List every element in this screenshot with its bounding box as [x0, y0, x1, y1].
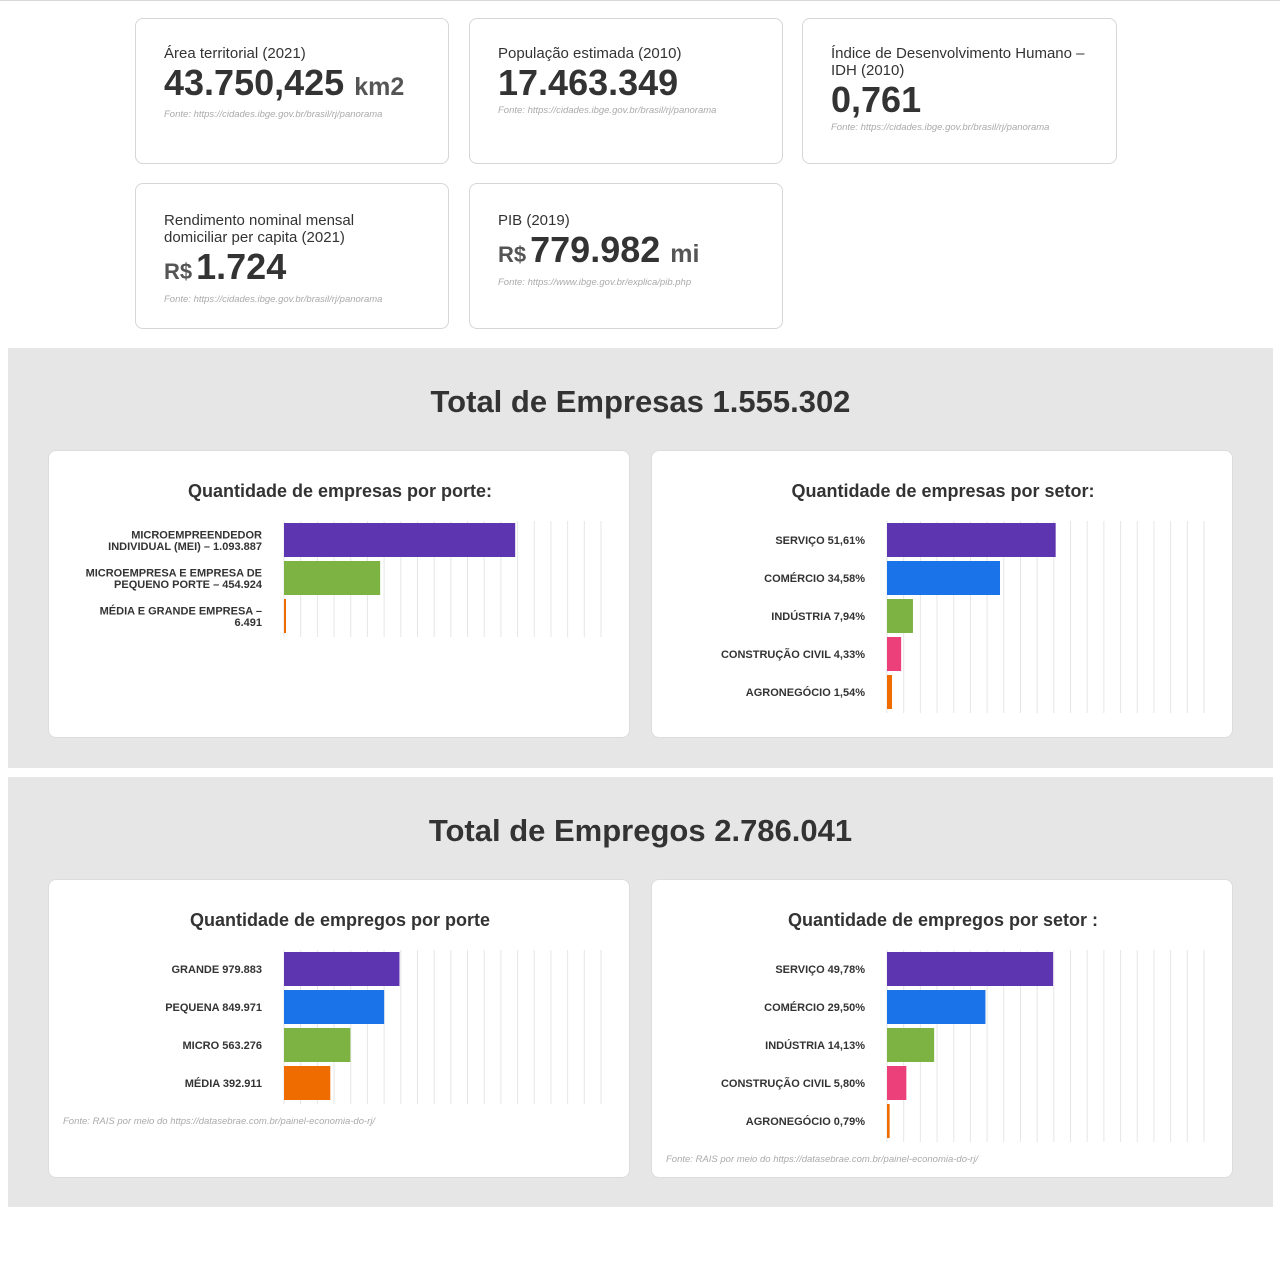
stat-label: Índice de Desenvolvimento Humano – IDH (…: [831, 45, 1085, 79]
bar: [284, 1066, 331, 1100]
chart-empresas-porte: MICROEMPREENDEDORINDIVIDUAL (MEI) – 1.09…: [86, 521, 602, 637]
bar-label: PEQUENA 849.971: [165, 1002, 262, 1014]
chart-empresas-setor: SERVIÇO 51,61% COMÉRCIO 34,58% INDÚSTRIA 7…: [721, 521, 1205, 713]
empregos-section: Total de Empregos 2.786.041 Quantidade d…: [8, 777, 1273, 1207]
bar-label: GRANDE 979.883: [172, 964, 263, 976]
bar: [284, 561, 381, 595]
stat-label: PIB (2019): [498, 212, 570, 229]
stat-value: R$ 1.724: [164, 247, 420, 292]
stat-number: 0,761: [831, 79, 922, 120]
stat-source: Fonte: https://cidades.ibge.gov.br/brasi…: [498, 105, 717, 116]
stat-value: 43.750,425 km2: [164, 63, 420, 107]
bar: [284, 952, 400, 986]
bar-label: CONSTRUÇÃO CIVIL 4,33%: [721, 648, 865, 661]
bar: [887, 637, 902, 671]
section-title: Total de Empresas 1.555.302: [430, 384, 851, 419]
bar-label: PEQUENO PORTE – 454.924: [114, 579, 263, 591]
stat-number: 17.463.349: [498, 62, 679, 103]
stat-card-area: Área territorial (2021) 43.750,425 km2 F…: [135, 18, 449, 164]
bar-label: AGRONEGÓCIO 1,54%: [746, 686, 865, 699]
bar: [284, 599, 286, 633]
section-title: Total de Empregos 2.786.041: [428, 813, 853, 848]
bar: [887, 990, 986, 1024]
bar: [887, 952, 1054, 986]
bar-label: INDIVIDUAL (MEI) – 1.093.887: [108, 541, 262, 553]
stat-number: 1.724: [196, 246, 287, 287]
stat-card-population: População estimada (2010) 17.463.349 Fon…: [469, 18, 783, 164]
stat-value: 17.463.349: [498, 63, 754, 103]
bar-label: SERVIÇO 51,61%: [775, 535, 865, 547]
chart-empregos-setor: SERVIÇO 49,78% COMÉRCIO 29,50% INDÚSTRIA 1…: [721, 950, 1205, 1142]
bar: [887, 599, 913, 633]
stat-number: 779.982: [530, 229, 661, 270]
bar: [887, 675, 893, 709]
stat-unit: km2: [354, 73, 405, 101]
bar: [284, 523, 516, 557]
bar-label: MICRO 563.276: [183, 1040, 262, 1052]
bar-label: MICROEMPRESA E EMPRESA DE: [86, 567, 262, 579]
chart-empregos-porte: GRANDE 979.883 PEQUENA 849.971 MICRO 563.2…: [165, 950, 602, 1104]
chart-source: Fonte: RAIS por meio do https://datasebr…: [666, 1154, 979, 1165]
stat-card-pib: PIB (2019) R$ 779.982 mi Fonte: https://w…: [469, 183, 783, 329]
stat-number: 43.750,425: [164, 62, 345, 103]
chart-card-empresas-porte: Quantidade de empresas por porte: MICROE…: [48, 450, 630, 738]
bar-label: INDÚSTRIA 7,94%: [771, 610, 865, 623]
bar: [887, 561, 1001, 595]
stat-value: R$ 779.982 mi: [498, 230, 754, 275]
stat-unit: mi: [670, 240, 700, 268]
bar: [887, 523, 1056, 557]
stat-card-idh: Índice de Desenvolvimento Humano – IDH (…: [802, 18, 1117, 164]
stat-prefix: R$: [498, 242, 527, 267]
chart-card-empregos-setor: Quantidade de empregos por setor : SERVI…: [651, 879, 1233, 1178]
stat-source: Fonte: https://cidades.ibge.gov.br/brasi…: [164, 109, 383, 120]
bar-label: INDÚSTRIA 14,13%: [765, 1039, 865, 1052]
stat-value: 0,761: [831, 80, 1088, 120]
bar-label: MICROEMPREENDEDOR: [131, 529, 262, 541]
stat-source: Fonte: https://cidades.ibge.gov.br/brasi…: [831, 122, 1050, 133]
stat-label: Rendimento nominal mensal domiciliar per…: [164, 212, 355, 246]
bar-label: MÉDIA 392.911: [185, 1077, 262, 1090]
bar-label: COMÉRCIO 34,58%: [764, 572, 865, 585]
bar-label: MÉDIA E GRANDE EMPRESA –: [100, 604, 262, 617]
chart-source: Fonte: RAIS por meio do https://datasebr…: [63, 1116, 376, 1127]
bar: [284, 990, 385, 1024]
stat-prefix: R$: [164, 259, 193, 284]
bar: [887, 1028, 935, 1062]
chart-card-empregos-porte: Quantidade de empregos por porte GRANDE …: [48, 879, 630, 1178]
stat-label: Área territorial (2021): [164, 45, 306, 62]
top-divider: [0, 0, 1280, 1]
bar-label: COMÉRCIO 29,50%: [764, 1001, 865, 1014]
chart-card-empresas-setor: Quantidade de empresas por setor: SERVIÇ…: [651, 450, 1233, 738]
bar: [887, 1104, 890, 1138]
bar: [887, 1066, 907, 1100]
stat-label: População estimada (2010): [498, 45, 682, 62]
bar-label: CONSTRUÇÃO CIVIL 5,80%: [721, 1077, 865, 1090]
bar: [284, 1028, 351, 1062]
stat-source: Fonte: https://cidades.ibge.gov.br/brasi…: [164, 294, 383, 305]
empresas-section: Total de Empresas 1.555.302 Quantidade d…: [8, 348, 1273, 768]
bar-label: 6.491: [234, 617, 262, 629]
stat-source: Fonte: https://www.ibge.gov.br/explica/p…: [498, 277, 692, 288]
bar-label: SERVIÇO 49,78%: [775, 964, 865, 976]
bar-label: AGRONEGÓCIO 0,79%: [746, 1115, 865, 1128]
stat-card-income: Rendimento nominal mensal domiciliar per…: [135, 183, 449, 329]
